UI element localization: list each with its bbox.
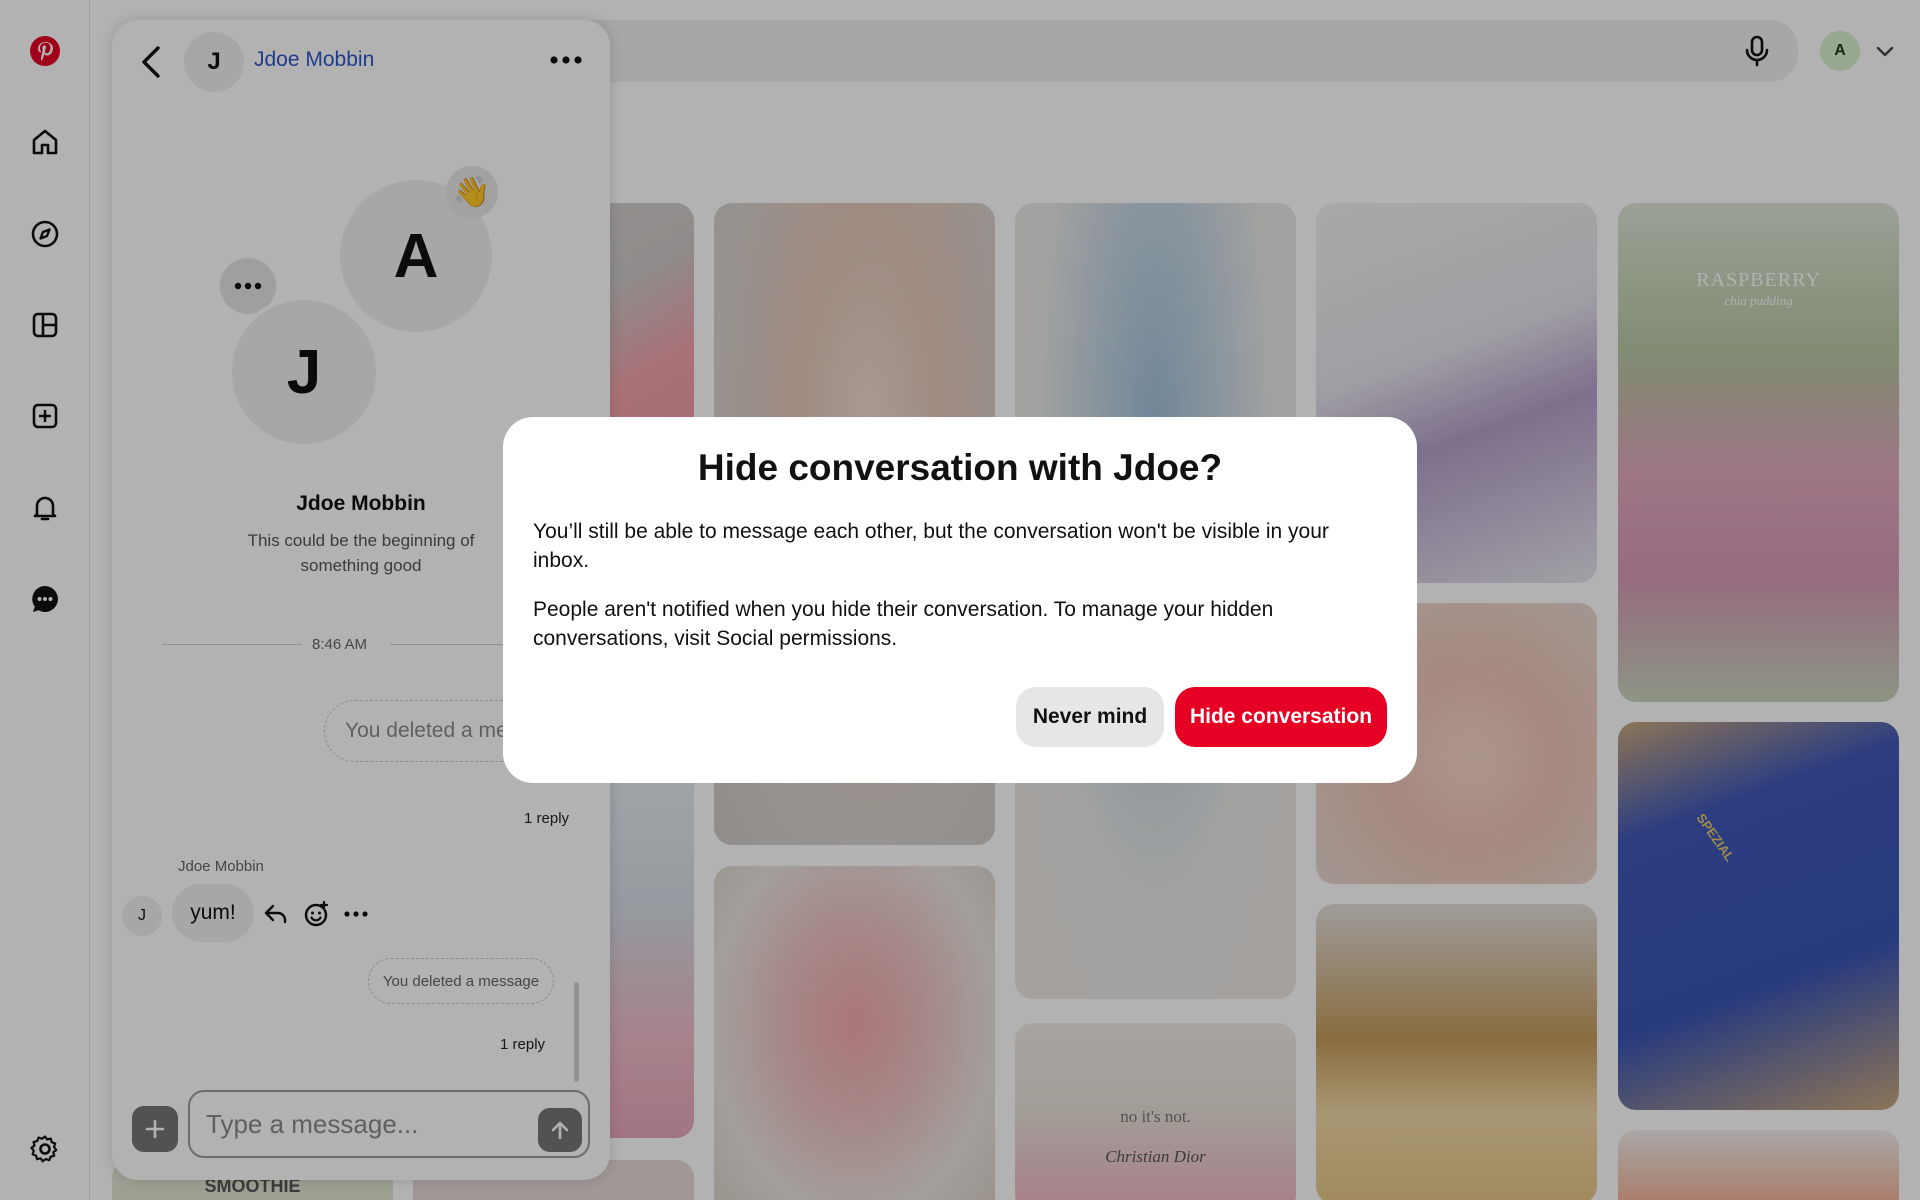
hide-conversation-dialog: Hide conversation with Jdoe? You’ll stil… bbox=[503, 417, 1417, 783]
dialog-paragraph-2: People aren't notified when you hide the… bbox=[533, 598, 1274, 650]
hide-conversation-button[interactable]: Hide conversation bbox=[1175, 687, 1387, 747]
dialog-title: Hide conversation with Jdoe? bbox=[697, 447, 1223, 488]
never-mind-button[interactable]: Never mind bbox=[1016, 687, 1164, 747]
dialog-paragraph-1: You’ll still be able to message each oth… bbox=[533, 520, 1329, 572]
